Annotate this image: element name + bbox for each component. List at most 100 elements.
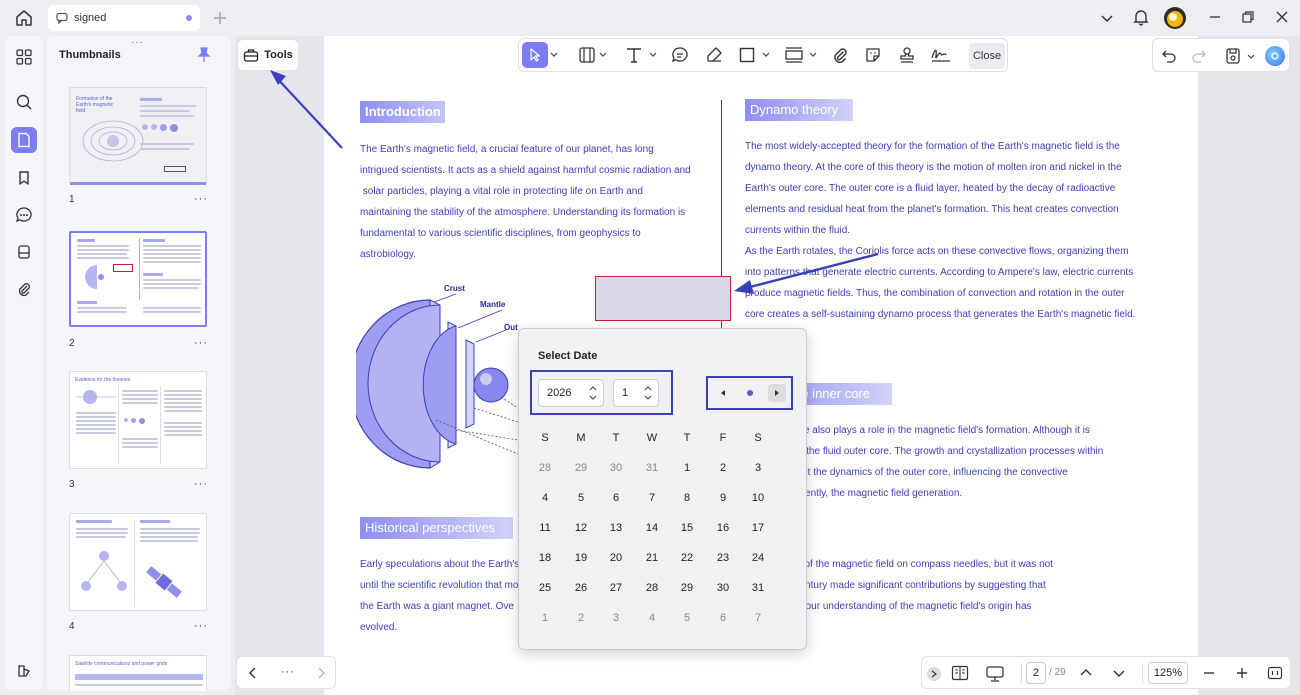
chevron-down-icon[interactable]	[550, 50, 558, 58]
calendar-day[interactable]: 4	[533, 492, 557, 504]
calendar-day[interactable]: 1	[533, 612, 557, 624]
calendar-day[interactable]: 8	[675, 492, 699, 504]
page-thumbnail-3[interactable]: Evidence for the theories	[69, 371, 207, 469]
next-month-button[interactable]	[768, 384, 786, 402]
chevron-down-icon[interactable]	[762, 50, 770, 58]
document-tab[interactable]: signed	[48, 5, 200, 31]
calendar-day[interactable]: 30	[711, 582, 735, 594]
paperclip-icon[interactable]	[11, 276, 37, 302]
month-spinner[interactable]: 1	[613, 379, 659, 407]
zoom-input[interactable]: 125%	[1148, 662, 1188, 684]
textbox-tool-button[interactable]	[578, 46, 596, 64]
page-more-button[interactable]: ···	[194, 620, 208, 632]
calendar-day[interactable]: 11	[533, 522, 557, 534]
zoom-out-icon[interactable]	[1202, 666, 1216, 680]
calendar-day[interactable]: 6	[604, 492, 628, 504]
highlighter-tool-button[interactable]	[705, 46, 723, 64]
drag-handle[interactable]: ···	[131, 37, 144, 48]
layers-icon[interactable]	[11, 239, 37, 265]
minimize-icon[interactable]	[1208, 10, 1222, 24]
actual-size-icon[interactable]	[1267, 665, 1283, 681]
calendar-day[interactable]: 31	[640, 462, 664, 474]
calendar-day[interactable]: 7	[746, 612, 770, 624]
comments-icon[interactable]	[11, 202, 37, 228]
undo-icon[interactable]	[1161, 48, 1177, 64]
calendar-day[interactable]: 27	[604, 582, 628, 594]
calendar-day[interactable]: 2	[569, 612, 593, 624]
calendar-day[interactable]: 23	[711, 552, 735, 564]
chevron-down-icon[interactable]	[649, 50, 657, 58]
calendar-day[interactable]: 16	[711, 522, 735, 534]
page-thumbnail-4[interactable]	[69, 513, 207, 611]
calendar-day[interactable]: 24	[746, 552, 770, 564]
date-field-placeholder[interactable]	[595, 276, 731, 321]
chevron-down-icon[interactable]	[599, 50, 607, 58]
text-tool-button[interactable]	[625, 46, 643, 64]
close-toolbar-button[interactable]: Close	[969, 43, 1005, 69]
comment-tool-button[interactable]	[671, 46, 689, 64]
calendar-day[interactable]: 29	[569, 462, 593, 474]
calendar-day[interactable]: 5	[675, 612, 699, 624]
select-tool-button[interactable]	[522, 42, 548, 68]
restore-icon[interactable]	[1241, 10, 1255, 24]
bell-icon[interactable]	[1132, 8, 1150, 26]
calendar-day[interactable]: 26	[569, 582, 593, 594]
calendar-day[interactable]: 4	[640, 612, 664, 624]
calendar-day[interactable]: 18	[533, 552, 557, 564]
calendar-day[interactable]: 19	[569, 552, 593, 564]
calendar-day[interactable]: 13	[604, 522, 628, 534]
calendar-day[interactable]: 31	[746, 582, 770, 594]
calendar-day[interactable]: 28	[640, 582, 664, 594]
page-thumbnail-1[interactable]: Formation of the Earth's magnetic field	[69, 87, 207, 185]
grid-icon[interactable]	[11, 44, 37, 70]
page-layout-icon[interactable]	[951, 665, 969, 681]
close-window-icon[interactable]	[1275, 10, 1289, 24]
bookmark-icon[interactable]	[11, 165, 37, 191]
calendar-day[interactable]: 1	[675, 462, 699, 474]
page-thumbnail-5[interactable]: Satellite communications and power grids	[69, 655, 207, 691]
today-button[interactable]	[741, 384, 759, 402]
more-button[interactable]: ···	[281, 666, 295, 678]
page-more-button[interactable]: ···	[194, 193, 208, 205]
calendar-day[interactable]: 25	[533, 582, 557, 594]
redo-icon[interactable]	[1191, 48, 1207, 64]
page-more-button[interactable]: ···	[194, 478, 208, 490]
calendar-day[interactable]: 30	[604, 462, 628, 474]
chevron-down-icon[interactable]	[1247, 52, 1255, 60]
chevron-right-icon[interactable]	[315, 666, 327, 680]
stamp-tool-button[interactable]	[784, 46, 804, 64]
pin-icon[interactable]	[197, 47, 211, 63]
search-icon[interactable]	[11, 89, 37, 115]
calendar-day[interactable]: 9	[711, 492, 735, 504]
chevron-up-icon[interactable]	[1079, 666, 1093, 680]
stamp-button[interactable]	[898, 46, 916, 64]
attachment-tool-button[interactable]	[831, 46, 849, 64]
chevron-down-icon[interactable]	[1100, 11, 1114, 25]
calendar-day[interactable]: 10	[746, 492, 770, 504]
theme-icon[interactable]	[11, 658, 37, 684]
calendar-day[interactable]: 15	[675, 522, 699, 534]
calendar-day[interactable]: 7	[640, 492, 664, 504]
shape-tool-button[interactable]	[739, 47, 755, 63]
home-icon[interactable]	[14, 8, 34, 28]
prev-month-button[interactable]	[714, 384, 732, 402]
calendar-day[interactable]: 21	[640, 552, 664, 564]
calendar-day[interactable]: 2	[711, 462, 735, 474]
signature-tool-button[interactable]	[930, 46, 952, 64]
calendar-day[interactable]: 5	[569, 492, 593, 504]
calendar-day[interactable]: 29	[675, 582, 699, 594]
calendar-day[interactable]: 12	[569, 522, 593, 534]
collapse-icon[interactable]	[927, 667, 941, 681]
calendar-day[interactable]: 22	[675, 552, 699, 564]
calendar-day[interactable]: 17	[746, 522, 770, 534]
sticker-tool-button[interactable]	[864, 46, 882, 64]
page-number-input[interactable]: 2	[1026, 662, 1046, 684]
calendar-day[interactable]: 3	[604, 612, 628, 624]
chevron-down-icon[interactable]	[1112, 666, 1126, 680]
chevron-left-icon[interactable]	[247, 666, 259, 680]
save-icon[interactable]	[1225, 47, 1241, 65]
calendar-day[interactable]: 28	[533, 462, 557, 474]
calendar-day[interactable]: 6	[711, 612, 735, 624]
year-spinner[interactable]: 2026	[538, 379, 604, 407]
new-tab-icon[interactable]	[212, 10, 228, 26]
